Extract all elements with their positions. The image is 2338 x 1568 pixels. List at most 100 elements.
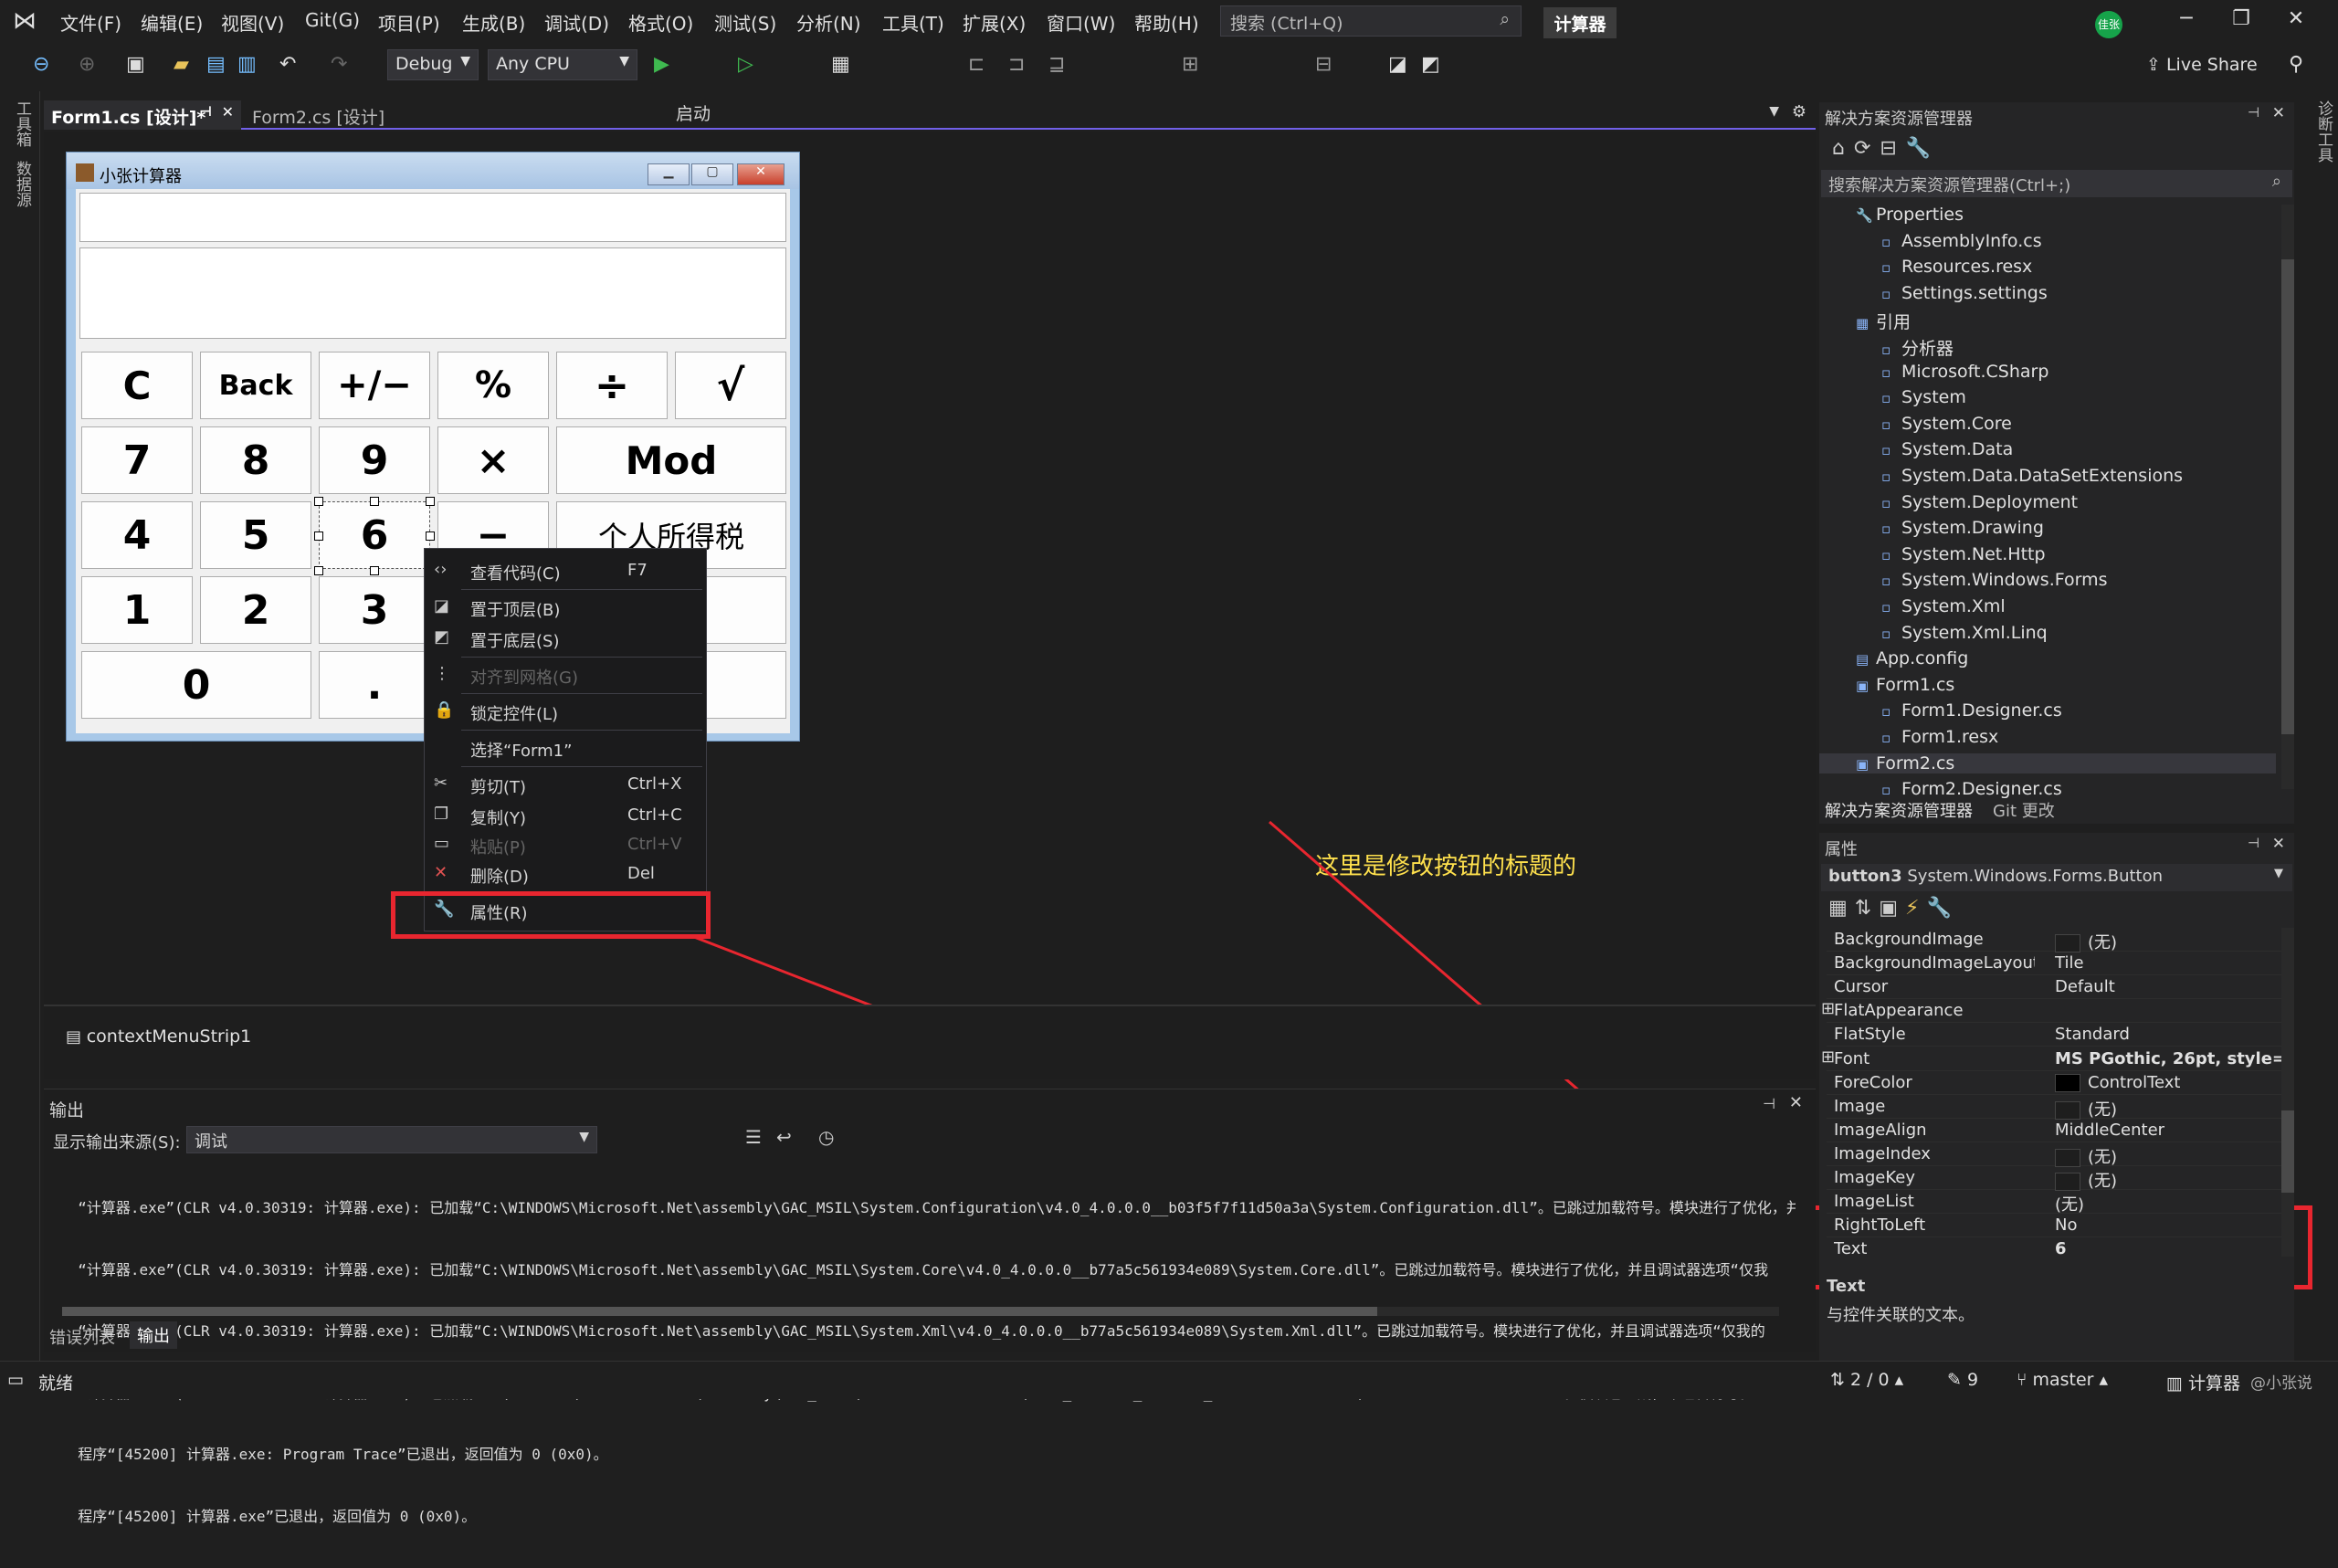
sync-icon[interactable]: ⟳ [1854,137,1880,160]
tree-item[interactable]: ▫ Form1.Designer.cs [1881,700,2062,721]
branch-selector[interactable]: ⑂ master ▴ [2017,1370,2108,1390]
property-value[interactable]: (无) [2055,1192,2281,1215]
property-value[interactable]: (无) [2055,1144,2281,1168]
close-icon[interactable]: ✕ [2272,104,2285,122]
output-line: 程序“[45200] 计算器.exe: Program Trace”已退出，返回… [60,1446,608,1463]
object-selector-dropdown[interactable]: button3 System.Windows.Forms.Button ▼ [1821,864,2292,891]
property-value[interactable]: (无) [2055,1097,2281,1121]
tree-item[interactable]: ▫ Settings.settings [1881,283,2048,303]
tree-item[interactable]: ▫ Microsoft.CSharp [1881,362,2048,382]
property-value[interactable]: Standard [2055,1025,2281,1044]
collapse-icon[interactable]: ⊟ [1880,137,1905,160]
arrows-icon: ⇅ [1830,1370,1850,1390]
expand-icon[interactable]: ⊞ [1821,1047,1835,1067]
tree-item[interactable]: ▫ System [1881,387,1966,407]
property-row[interactable]: ⊞Font MS PGothic, 26pt, style=Bo [1821,1047,2281,1071]
reference-icon: ▫ [1881,390,1891,407]
close-icon[interactable]: ✕ [2272,835,2285,853]
horizontal-scrollbar[interactable] [62,1307,1779,1316]
tree-item[interactable]: ▫ System.Windows.Forms [1881,570,2108,590]
property-name-text: RightToLeft [1834,1215,1926,1236]
property-name: Image [1834,1097,2035,1116]
alphabetical-icon[interactable]: ⇅ [1855,897,1879,920]
property-value[interactable]: Tile [2055,953,2281,973]
reference-icon: ▫ [1881,573,1891,590]
reference-icon: ▫ [1881,730,1891,746]
property-value[interactable]: MiddleCenter [2055,1121,2281,1140]
properties-icon[interactable]: 🔧 [1906,137,1940,160]
tree-item[interactable]: ▫ Form2.Designer.cs [1881,779,2062,799]
property-row[interactable]: ⊞ FlatAppearance [1821,999,2281,1024]
property-row[interactable]: BackgroundImage (无) [1827,928,2281,952]
repo-selector[interactable]: ▥ 计算器 [2166,1370,2240,1394]
property-row[interactable]: ImageList (无) [1827,1190,2281,1215]
events-icon[interactable]: ⚡ [1905,897,1926,920]
property-value[interactable]: MS PGothic, 26pt, style=Bo [2055,1049,2281,1068]
tab-git-changes[interactable]: Git 更改 [1993,798,2055,822]
pin-icon[interactable]: ⊣ [2248,835,2259,851]
tree-item[interactable]: ▫ 分析器 [1881,335,1954,360]
property-row[interactable]: BackgroundImageLayout Tile [1827,952,2281,976]
tree-item[interactable]: ▦ 引用 [1856,309,1911,333]
property-value[interactable]: Default [2055,977,2281,996]
properties-view-icon[interactable]: ▣ [1879,897,1905,920]
tree-item[interactable]: ▤ App.config [1856,648,1968,668]
property-row[interactable]: FlatStyle Standard [1827,1023,2281,1047]
property-description-text: 与控件关联的文本。 [1827,1306,1975,1325]
property-row[interactable]: ImageKey (无) [1827,1166,2281,1192]
object-name: button3 [1828,867,1902,886]
property-row[interactable]: ForeColor ControlText [1827,1071,2281,1095]
property-value-text: MS PGothic, 26pt, style=Bo [2055,1048,2281,1068]
tree-item[interactable]: ▫ System.Data [1881,439,2013,459]
word-wrap-icon[interactable]: ↩ [776,1126,792,1148]
tab-output[interactable]: 输出 [130,1321,177,1349]
tree-item[interactable]: ▫ System.Data.DataSetExtensions [1881,466,2183,486]
clear-all-icon[interactable]: ☰ [745,1126,762,1148]
tree-item[interactable]: ▫ System.Xml.Linq [1881,623,2048,643]
tree-item[interactable]: ▣ Form1.cs [1856,675,1954,695]
property-row[interactable]: RightToLeft No [1827,1214,2281,1238]
property-row[interactable]: Image (无) [1827,1095,2281,1121]
tree-item[interactable]: ▫ System.Xml [1881,596,2006,616]
pending-edits[interactable]: ✎ 9 [1947,1370,1978,1390]
tree-item[interactable]: ▫ AssemblyInfo.cs [1881,231,2042,251]
tree-item-label: Resources.resx [1901,257,2033,278]
timestamp-icon[interactable]: ◷ [818,1126,834,1148]
tab-solution-explorer[interactable]: 解决方案资源管理器 [1825,798,1973,822]
categorized-icon[interactable]: ▦ [1828,897,1855,920]
property-row[interactable]: ImageAlign MiddleCenter [1827,1119,2281,1142]
output-title: 输出 [49,1100,85,1121]
tree-item-label: System.Data.DataSetExtensions [1901,466,2184,486]
property-value[interactable]: No [2055,1215,2281,1235]
property-value-text: MiddleCenter [2055,1120,2165,1140]
tree-item[interactable]: 🔧 Properties [1856,205,1964,225]
pin-icon[interactable]: ⊣ [1763,1095,1775,1112]
output-source-dropdown[interactable]: 调试 ▼ [186,1126,597,1153]
property-row[interactable]: ImageIndex (无) [1827,1142,2281,1168]
tree-item[interactable]: ▫ System.Deployment [1881,492,2078,512]
property-value[interactable]: 6 [2055,1239,2281,1257]
solution-toolbar: ⌂⟳⊟🔧 [1832,137,1940,160]
line-changes[interactable]: ⇅ 2 / 0 ▴ [1830,1370,1903,1390]
property-value[interactable]: ControlText [2055,1073,2281,1092]
tree-item[interactable]: ▫ System.Core [1881,414,2012,434]
tree-item[interactable]: ▫ System.Net.Http [1881,544,2046,564]
property-row[interactable]: Cursor Default [1827,975,2281,1000]
property-value[interactable]: (无) [2055,930,2281,953]
solution-search-input[interactable]: 搜索解决方案资源管理器(Ctrl+;) ⌕ [1821,170,2292,197]
home-icon[interactable]: ⌂ [1832,137,1854,160]
tree-scrollbar[interactable] [2281,205,2294,789]
context-menu-strip-component[interactable]: ▤ contextMenuStrip1 [66,1026,251,1047]
property-value[interactable]: (无) [2055,1168,2281,1192]
property-pages-icon[interactable]: 🔧 [1926,897,1958,920]
tree-item[interactable]: ▫ Form1.resx [1881,727,1998,747]
tab-error-list[interactable]: 错误列表 [49,1325,115,1349]
tree-item[interactable]: ▣ Form2.cs [1819,752,2276,773]
tree-item[interactable]: ▫ Resources.resx [1881,257,2032,277]
property-scrollbar[interactable] [2281,928,2294,1257]
tree-item[interactable]: ▫ System.Drawing [1881,518,2044,538]
property-row[interactable]: Text 6 [1827,1237,2281,1257]
close-icon[interactable]: ✕ [1789,1093,1803,1112]
pin-icon[interactable]: ⊣ [2248,104,2259,121]
expand-icon[interactable]: ⊞ [1821,999,1835,1018]
